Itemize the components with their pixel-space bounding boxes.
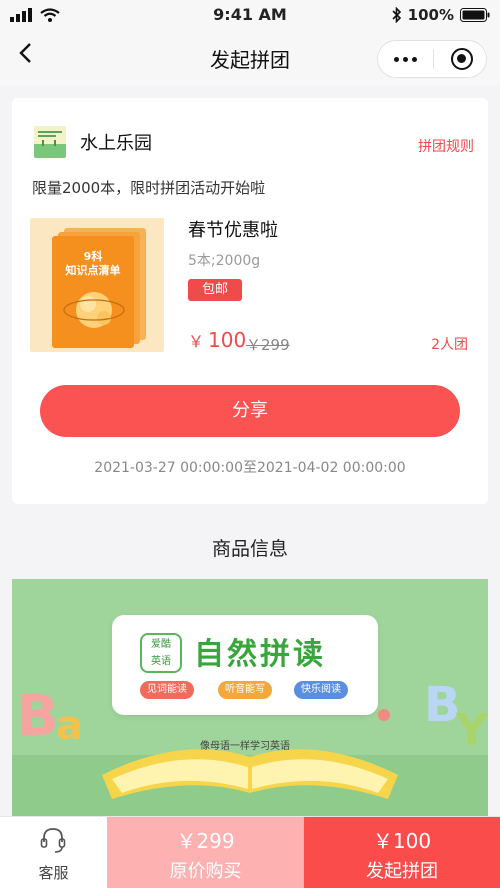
group-price: ￥ 100 <box>188 328 246 352</box>
battery-icon <box>460 8 490 22</box>
group-size: 2人团 <box>431 337 468 353</box>
banner-card: 爱酷 英语 自然拼读 见词能读 听音能写 快乐阅读 <box>112 615 378 715</box>
svg-text:a: a <box>56 703 83 749</box>
promo-text: 限量2000本，限时拼团活动开始啦 <box>32 179 266 197</box>
product-cover[interactable]: 9科 知识点清单 <box>30 218 164 352</box>
price-currency: ￥ <box>188 332 205 351</box>
more-icon[interactable] <box>378 41 433 77</box>
banner-feature-2: 听音能写 <box>218 681 272 699</box>
cover-line-2: 知识点清单 <box>65 264 121 277</box>
banner-tag-line-2: 英语 <box>151 656 171 667</box>
banner-tag-line-1: 爱酷 <box>151 639 171 650</box>
buy-original-label: 原价购买 <box>169 861 242 882</box>
start-group-label: 发起拼团 <box>366 861 438 882</box>
bluetooth-icon <box>392 7 401 23</box>
original-price: ￥299 <box>246 336 290 354</box>
banner-subtitle: 像母语一样学习英语 <box>200 741 290 752</box>
banner-brand-tag: 爱酷 英语 <box>140 633 182 673</box>
svg-text:B: B <box>16 684 59 749</box>
group-buy-card: 水上乐园 拼团规则 限量2000本，限时拼团活动开始啦 9科 知识点清单 春节优… <box>12 98 488 504</box>
customer-service-button[interactable]: 客服 <box>0 817 107 888</box>
start-group-button[interactable]: ￥100 发起拼团 <box>304 817 500 888</box>
rules-link[interactable]: 拼团规则 <box>418 136 474 156</box>
shop-logo <box>34 126 66 158</box>
mini-program-capsule <box>377 40 487 78</box>
free-shipping-badge: 包邮 <box>188 279 242 301</box>
status-right-group: 100% <box>392 6 490 24</box>
nav-bar: 发起拼团 <box>0 30 500 86</box>
banner-feature-1: 见词能读 <box>140 681 194 699</box>
buy-original-price: ￥299 <box>176 829 235 853</box>
shop-name: 水上乐园 <box>80 133 152 154</box>
svg-text:Y: Y <box>455 705 488 756</box>
buy-original-button[interactable]: ￥299 原价购买 <box>107 817 304 888</box>
bottom-action-bar: 客服 ￥299 原价购买 ￥100 发起拼团 <box>0 816 500 888</box>
battery-percent: 100% <box>407 6 454 24</box>
product-spec: 5本;2000g <box>188 253 261 269</box>
banner-title: 自然拼读 <box>194 637 326 672</box>
banner-feature-3: 快乐阅读 <box>294 681 348 699</box>
section-title: 商品信息 <box>211 538 288 560</box>
share-button[interactable]: 分享 <box>40 385 460 437</box>
product-name: 春节优惠啦 <box>188 220 278 241</box>
close-target-icon[interactable] <box>451 48 473 70</box>
capsule-divider <box>433 50 434 69</box>
start-group-price: ￥100 <box>372 829 432 853</box>
headset-icon <box>40 828 66 853</box>
price-value: 100 <box>208 328 247 352</box>
activity-period: 2021-03-27 00:00:00至2021-04-02 00:00:00 <box>94 460 406 476</box>
customer-service-label: 客服 <box>38 864 69 882</box>
status-bar: 9:41 AM 100% <box>0 0 500 30</box>
product-banner: B a B Y 爱酷 英语 自然拼读 见词能读 听音能写 快乐阅读 像母语一样学… <box>12 579 488 817</box>
